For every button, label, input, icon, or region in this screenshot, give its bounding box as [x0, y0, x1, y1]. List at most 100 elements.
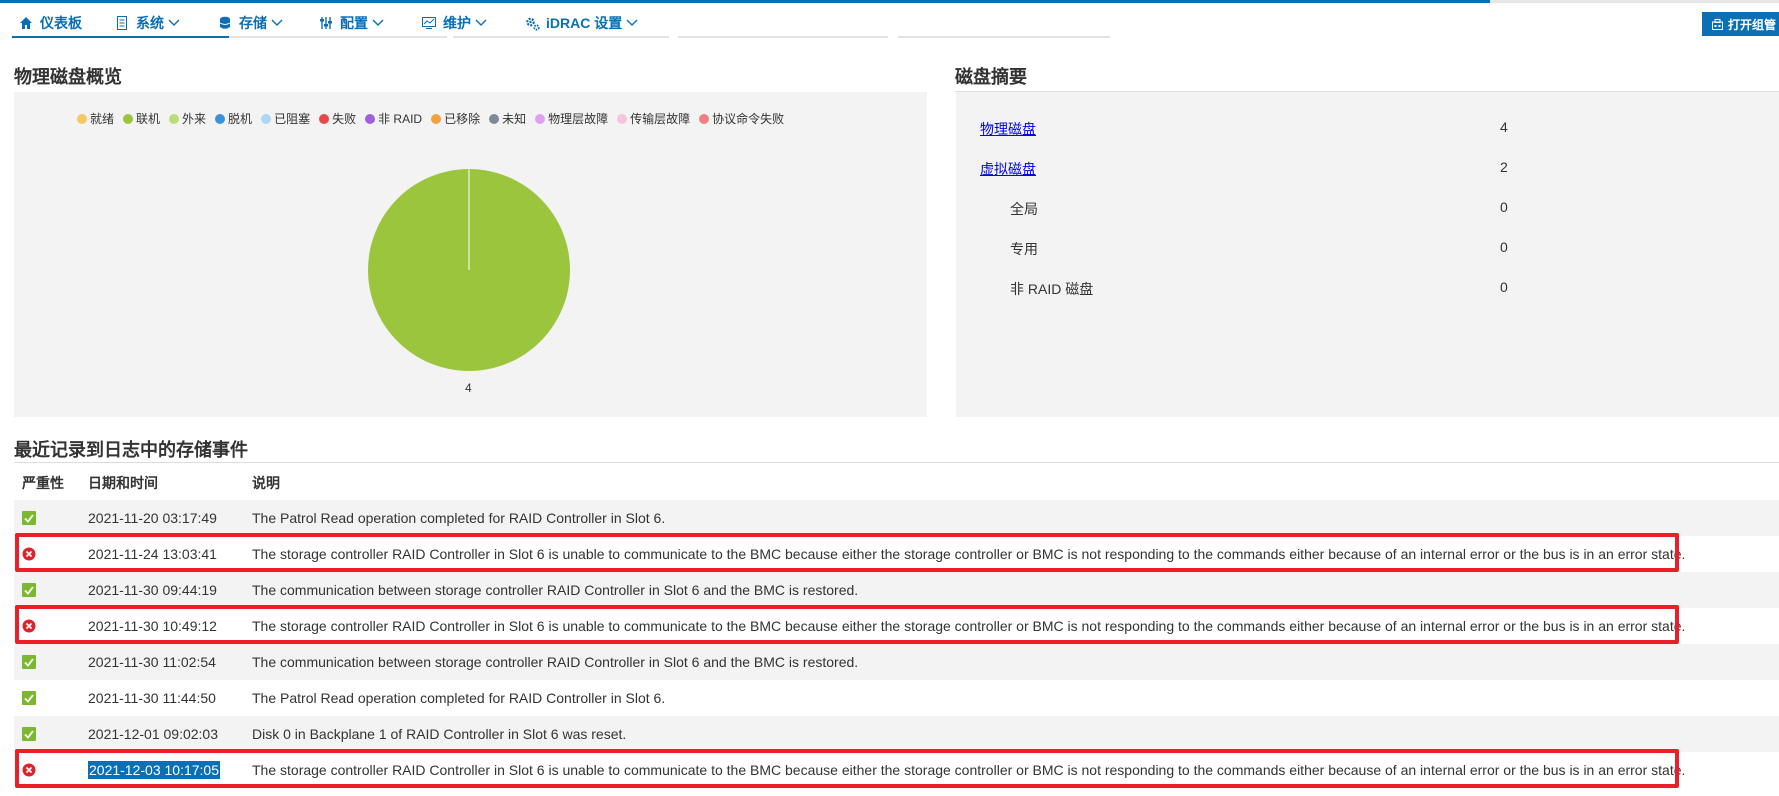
legend-swatch: [535, 113, 546, 124]
chevron-down-icon: [372, 19, 384, 27]
virtual-disks-link[interactable]: 虚拟磁盘: [980, 161, 1036, 177]
legend-item[interactable]: 失败: [319, 110, 356, 127]
legend-item[interactable]: 物理层故障: [535, 110, 608, 127]
legend-item[interactable]: 脱机: [215, 110, 252, 127]
group-icon: [1712, 18, 1723, 30]
legend-swatch: [319, 113, 330, 124]
top-nav: 仪表板 系统 存储 配置 维护 iDRAC 设置 打开组管: [0, 3, 1779, 39]
error-highlight-box: [15, 749, 1679, 788]
physical-disks-count: 4: [1500, 119, 1508, 135]
error-highlight-box: [15, 533, 1679, 572]
nav-system[interactable]: 系统: [114, 13, 180, 33]
severity-ok-icon: [22, 655, 36, 669]
legend-item[interactable]: 传输层故障: [617, 110, 690, 127]
physical-disks-link[interactable]: 物理磁盘: [980, 121, 1036, 137]
legend-item[interactable]: 未知: [489, 110, 526, 127]
nav-dashboard[interactable]: 仪表板: [18, 13, 82, 33]
event-datetime: 2021-11-20 03:17:49: [88, 510, 217, 526]
nav-maintenance[interactable]: 维护: [421, 13, 487, 33]
event-row[interactable]: 2021-11-30 11:44:50 The Patrol Read opera…: [14, 680, 1779, 716]
legend-item[interactable]: 已移除: [431, 110, 480, 127]
event-row[interactable]: 2021-11-30 11:02:54 The communication bet…: [14, 644, 1779, 680]
nav-idrac-settings-label: iDRAC 设置: [546, 15, 623, 31]
global-count: 0: [1500, 199, 1508, 215]
legend-item[interactable]: 非 RAID: [365, 110, 422, 127]
legend-swatch: [77, 113, 87, 124]
event-datetime: 2021-11-30 09:44:19: [88, 582, 217, 598]
severity-ok-icon: [22, 691, 36, 705]
nav-storage[interactable]: 存储: [217, 13, 283, 33]
legend-label: 外来: [182, 112, 207, 126]
events-table-header: 严重性 日期和时间 说明: [14, 463, 1779, 497]
event-description: The Patrol Read operation completed for …: [252, 690, 666, 706]
nav-storage-label: 存储: [239, 15, 267, 31]
virtual-disks-count: 2: [1500, 159, 1508, 175]
monitor-icon: [421, 15, 437, 31]
physical-disk-overview-title: 物理磁盘概览: [14, 67, 122, 87]
chevron-down-icon: [475, 19, 487, 27]
nav-configuration-label: 配置: [340, 15, 368, 31]
severity-ok-icon: [22, 583, 36, 597]
disk-summary-title: 磁盘摘要: [955, 67, 1027, 87]
legend-swatch: [617, 113, 628, 124]
summary-physical-disks[interactable]: 物理磁盘: [980, 119, 1036, 139]
pie-legend: 就绪 联机 外来 脱机 已阻塞 失败 非 RAID 已移除 未知 物理层故障 传输层故障 协议命令失败: [77, 110, 793, 127]
nav-maintenance-label: 维护: [443, 15, 471, 31]
database-icon: [217, 15, 233, 31]
event-description: The communication between storage contro…: [252, 654, 859, 670]
legend-swatch: [431, 113, 442, 124]
nav-idrac-settings[interactable]: iDRAC 设置: [524, 13, 638, 33]
legend-label: 联机: [136, 112, 161, 126]
open-group-manager-label: 打开组管: [1728, 17, 1777, 32]
event-row[interactable]: 2021-11-20 03:17:49 The Patrol Read opera…: [14, 500, 1779, 536]
nav-system-label: 系统: [136, 15, 164, 31]
event-description: The communication between storage contro…: [252, 582, 859, 598]
non-raid-count: 0: [1500, 279, 1508, 295]
legend-item[interactable]: 外来: [169, 110, 206, 127]
legend-item[interactable]: 协议命令失败: [699, 110, 784, 127]
pie-value-label: 4: [465, 381, 472, 395]
physical-disk-pie-chart: [368, 169, 570, 371]
severity-ok-icon: [22, 511, 36, 525]
legend-swatch: [261, 113, 272, 124]
legend-swatch: [489, 113, 500, 124]
disk-summary-panel: [956, 92, 1779, 417]
summary-global-label: 全局: [1010, 201, 1038, 217]
nav-divider: [678, 36, 888, 38]
event-datetime: 2021-12-01 09:02:03: [88, 726, 218, 742]
legend-label: 协议命令失败: [712, 112, 785, 126]
event-row[interactable]: 2021-11-30 09:44:19 The communication bet…: [14, 572, 1779, 608]
nav-active-indicator: [12, 36, 229, 38]
summary-virtual-disks[interactable]: 虚拟磁盘: [980, 159, 1036, 179]
home-icon: [18, 15, 34, 31]
legend-swatch: [699, 113, 710, 124]
open-group-manager-button[interactable]: 打开组管: [1702, 12, 1779, 36]
header-description: 说明: [252, 475, 280, 491]
nav-dashboard-label: 仪表板: [40, 15, 82, 31]
event-description: Disk 0 in Backplane 1 of RAID Controller…: [252, 726, 627, 742]
legend-label: 失败: [332, 112, 357, 126]
legend-item[interactable]: 已阻塞: [261, 110, 310, 127]
summary-non-raid-label: 非 RAID 磁盘: [1010, 281, 1094, 297]
legend-label: 未知: [502, 112, 527, 126]
severity-ok-icon: [22, 727, 36, 741]
legend-item[interactable]: 就绪: [77, 110, 114, 127]
chevron-down-icon: [271, 19, 283, 27]
legend-label: 已阻塞: [274, 112, 311, 126]
legend-label: 脱机: [228, 112, 253, 126]
nav-configuration[interactable]: 配置: [318, 13, 384, 33]
event-row[interactable]: 2021-12-01 09:02:03 Disk 0 in Backplane 1…: [14, 716, 1779, 752]
event-datetime: 2021-11-30 11:44:50: [88, 690, 216, 706]
nav-divider: [453, 36, 669, 38]
legend-item[interactable]: 联机: [123, 110, 160, 127]
nav-divider: [898, 36, 1110, 38]
error-highlight-box: [15, 605, 1679, 644]
legend-swatch: [123, 113, 134, 124]
legend-label: 非 RAID: [378, 112, 423, 126]
legend-swatch: [169, 113, 180, 124]
summary-dedicated-label: 专用: [1010, 241, 1038, 257]
server-icon: [114, 15, 130, 31]
storage-events-title: 最近记录到日志中的存储事件: [14, 440, 248, 460]
header-datetime: 日期和时间: [88, 475, 158, 491]
sliders-icon: [318, 15, 334, 31]
